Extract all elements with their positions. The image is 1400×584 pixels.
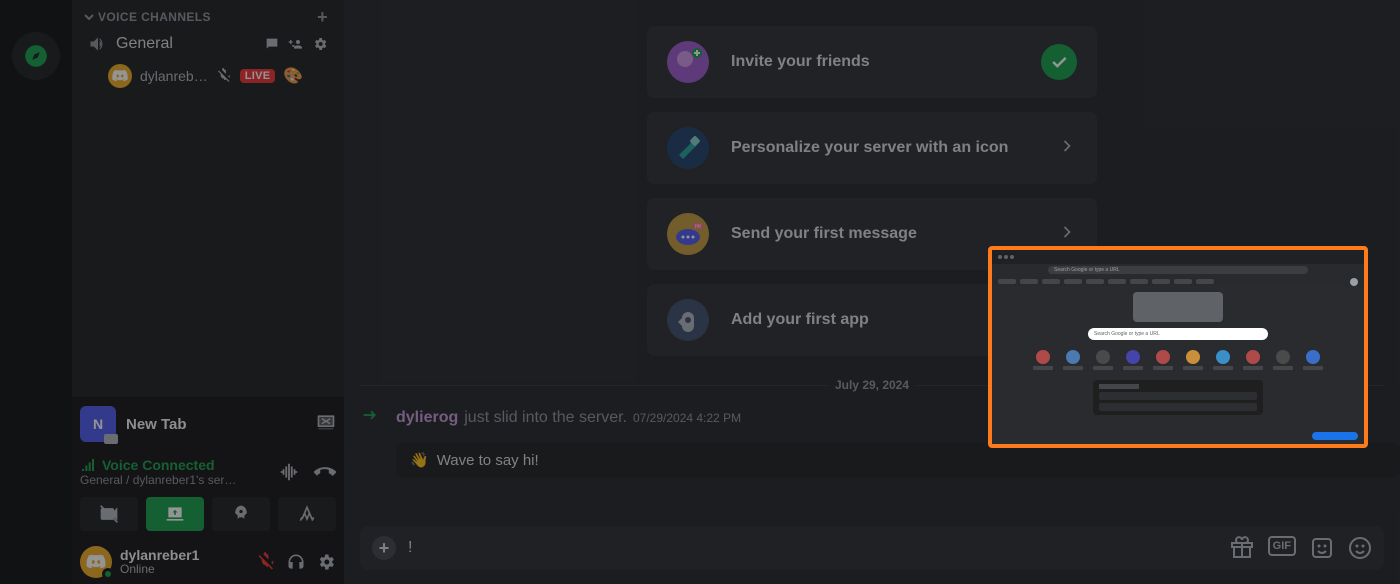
preview-omnibox: Search Google or type a URL — [1048, 266, 1308, 274]
card-label: Send your first message — [731, 225, 1035, 243]
svg-text:Hi!: Hi! — [695, 224, 701, 230]
create-channel-button[interactable]: + — [317, 11, 328, 23]
video-off-icon — [99, 504, 119, 524]
check-icon — [1041, 44, 1077, 80]
card-label: Invite your friends — [731, 53, 1019, 71]
voice-action-bar — [72, 491, 344, 539]
stream-preview-panel[interactable]: N New Tab — [72, 397, 344, 450]
signal-icon — [80, 457, 96, 473]
user-panel[interactable]: dylanreber1 Online — [72, 539, 344, 584]
server-rail — [0, 0, 72, 584]
preview-customize-chip — [1312, 432, 1358, 440]
wave-emoji-icon: 👋 — [410, 451, 429, 469]
message-icon: Hi! — [667, 213, 709, 255]
user-settings-button[interactable] — [316, 552, 336, 572]
message-timestamp: 07/29/2024 4:22 PM — [633, 411, 741, 425]
edit-channel-icon[interactable] — [312, 36, 328, 52]
message-author[interactable]: dylierog — [396, 409, 458, 427]
paint-icon — [667, 127, 709, 169]
voice-connection-status[interactable]: Voice Connected — [80, 457, 236, 473]
soundboard-button[interactable] — [278, 497, 336, 531]
popout-stream-button[interactable] — [316, 412, 336, 437]
preview-doodle-icon — [1133, 292, 1223, 322]
avatar — [108, 64, 132, 88]
mute-button[interactable] — [256, 552, 276, 572]
chevron-right-icon — [1057, 136, 1077, 156]
section-label: VOICE CHANNELS — [98, 10, 211, 24]
voice-channel-path[interactable]: General / dylanreber1's ser… — [80, 473, 236, 487]
screen-share-button[interactable] — [146, 497, 204, 531]
stream-preview-title: New Tab — [126, 416, 306, 433]
activity-icon: 🎨 — [283, 66, 303, 86]
onboard-personalize-card[interactable]: Personalize your server with an icon — [647, 112, 1097, 184]
stream-thumb-icon: N — [80, 406, 116, 442]
preview-search: Search Google or type a URL — [1088, 328, 1268, 340]
message-text: just slid into the server. — [464, 409, 627, 427]
voice-channels-header[interactable]: VOICE CHANNELS + — [80, 0, 336, 28]
soundboard-icon — [297, 504, 317, 524]
create-invite-icon[interactable] — [288, 36, 304, 52]
voice-status-panel: Voice Connected General / dylanreber1's … — [72, 450, 344, 491]
message-composer[interactable]: + ! GIF — [360, 526, 1384, 570]
activities-button[interactable] — [212, 497, 270, 531]
rocket-icon — [231, 504, 251, 524]
wave-label: Wave to say hi! — [437, 452, 539, 469]
screen-share-icon — [165, 504, 185, 524]
speaker-icon — [88, 34, 108, 54]
video-button[interactable] — [80, 497, 138, 531]
card-label: Personalize your server with an icon — [731, 139, 1035, 157]
deafen-button[interactable] — [286, 552, 306, 572]
voice-channel-general[interactable]: General — [80, 30, 336, 58]
voice-channel-name: General — [116, 35, 173, 53]
open-chat-icon[interactable] — [264, 36, 280, 52]
gif-button[interactable]: GIF — [1268, 536, 1296, 556]
username: dylanreber1 — [120, 548, 248, 563]
explore-servers-button[interactable] — [12, 32, 60, 80]
discord-logo-icon — [111, 67, 129, 85]
live-badge: LIVE — [240, 69, 276, 83]
popout-icon — [316, 412, 336, 432]
emoji-icon[interactable] — [1348, 536, 1372, 560]
presence-indicator — [102, 568, 114, 580]
noise-suppression-icon[interactable] — [278, 461, 300, 483]
chevron-down-icon — [84, 12, 94, 22]
disconnect-icon[interactable] — [314, 461, 336, 483]
sticker-icon[interactable] — [1310, 536, 1334, 560]
invite-icon — [667, 41, 709, 83]
attach-button[interactable]: + — [372, 536, 396, 560]
app-icon — [667, 299, 709, 341]
composer-input[interactable]: ! — [408, 539, 1218, 557]
screen-share-preview[interactable]: Search Google or type a URL Search Googl… — [988, 246, 1368, 448]
voice-user-name: dylanreb… — [140, 68, 208, 84]
muted-icon — [216, 68, 232, 84]
wave-button[interactable]: 👋 Wave to say hi! — [396, 443, 1400, 477]
preview-profile-icon — [1350, 278, 1358, 286]
join-arrow-icon — [360, 404, 382, 426]
voice-user-row[interactable]: dylanreb… LIVE 🎨 — [80, 60, 336, 92]
avatar — [80, 546, 112, 578]
chevron-right-icon — [1057, 222, 1077, 242]
onboard-invite-card[interactable]: Invite your friends — [647, 26, 1097, 98]
channel-sidebar: VOICE CHANNELS + General d — [72, 0, 344, 584]
user-status: Online — [120, 563, 248, 576]
gift-icon[interactable] — [1230, 536, 1254, 560]
compass-icon — [23, 43, 49, 69]
